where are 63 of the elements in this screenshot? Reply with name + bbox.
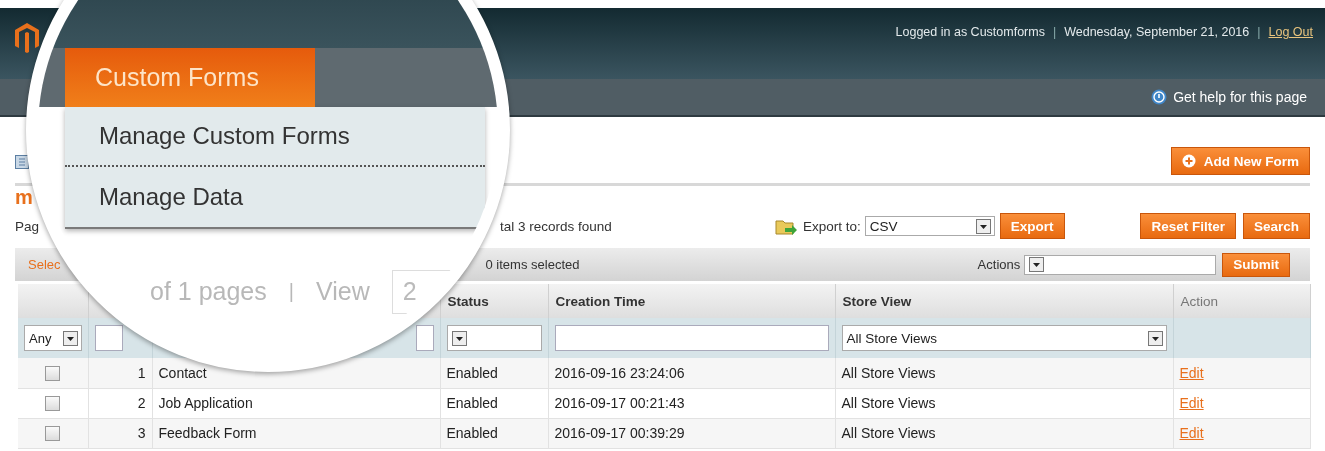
menu-tab[interactable]: Custom Forms: [65, 48, 315, 107]
row-checkbox[interactable]: [45, 396, 61, 412]
table-cell: 2016-09-17 00:39:29: [554, 425, 685, 441]
search-button[interactable]: Search: [1242, 213, 1310, 239]
table-cell: 2: [137, 395, 146, 411]
reset-filter-button[interactable]: Reset Filter: [1140, 213, 1236, 239]
row-checkbox[interactable]: [45, 366, 61, 382]
pager-label: Pag: [15, 218, 41, 234]
id-filter-field[interactable]: [94, 325, 123, 351]
store-view-filter-select[interactable]: All Store Views: [841, 325, 1167, 351]
export-icon: [775, 217, 797, 235]
table-cell: Enabled: [446, 364, 498, 381]
table-cell: All Store Views: [841, 364, 936, 381]
add-new-form-button[interactable]: Add New Form: [1170, 147, 1310, 175]
grid-icon: [15, 155, 29, 169]
status-filter-select[interactable]: [446, 325, 542, 351]
select-all-link[interactable]: Selec: [28, 257, 61, 272]
caret-icon: [975, 218, 991, 234]
actions-select[interactable]: [1024, 254, 1217, 275]
menu-item[interactable]: Manage Custom Forms: [65, 107, 485, 167]
caret-icon: [1147, 330, 1163, 346]
table-cell: Enabled: [446, 425, 498, 441]
page-title: m: [15, 186, 33, 208]
table-cell: 2016-09-16 23:24:06: [554, 364, 685, 381]
header-text: Wednesday, September 21, 2016: [1064, 25, 1250, 39]
edit-link[interactable]: Edit: [1179, 425, 1204, 441]
caret-icon: [451, 330, 467, 346]
plus-icon: [1181, 154, 1196, 168]
table-cell: Enabled: [446, 395, 498, 411]
name-filter-field[interactable]: [415, 325, 434, 351]
export-button[interactable]: Export: [999, 213, 1065, 239]
table-cell: Job Application: [158, 395, 253, 411]
menu-item[interactable]: Manage Data: [65, 167, 485, 227]
help-link[interactable]: Get help for this page: [1151, 89, 1307, 105]
view-label: View: [315, 277, 370, 306]
logo-icon: [15, 23, 39, 53]
table-cell: All Store Views: [841, 395, 936, 411]
logout-link[interactable]: Log Out: [1268, 25, 1313, 39]
selected-count: 0 items selected: [485, 257, 580, 272]
export-label: Export to:: [803, 218, 861, 234]
caret-icon: [1029, 257, 1045, 272]
table-cell: 2016-09-17 00:21:43: [554, 395, 685, 411]
edit-link[interactable]: Edit: [1179, 395, 1204, 411]
export-format-select[interactable]: CSV: [864, 216, 995, 236]
help-icon: [1151, 89, 1168, 105]
caret-icon: [62, 330, 78, 346]
submit-button[interactable]: Submit: [1222, 252, 1290, 277]
table-cell: All Store Views: [841, 425, 936, 441]
edit-link[interactable]: Edit: [1179, 364, 1204, 381]
records-count: tal 3 records found: [500, 218, 613, 234]
actions-label: Actions: [977, 257, 1021, 272]
row-checkbox[interactable]: [45, 426, 61, 442]
separator: |: [1052, 25, 1057, 39]
checkbox-filter-select[interactable]: Any: [24, 325, 82, 351]
table-cell: 1: [137, 364, 146, 381]
pager-text: of 1 pages: [150, 277, 267, 306]
table-cell: 3: [137, 425, 146, 441]
creation-time-filter-field[interactable]: [554, 325, 829, 351]
table-cell: Feedback Form: [158, 425, 257, 441]
separator: |: [1257, 25, 1261, 39]
header-text: Logged in as Customforms: [895, 25, 1045, 39]
separator: |: [288, 280, 294, 303]
table-cell: Contact: [158, 364, 207, 381]
